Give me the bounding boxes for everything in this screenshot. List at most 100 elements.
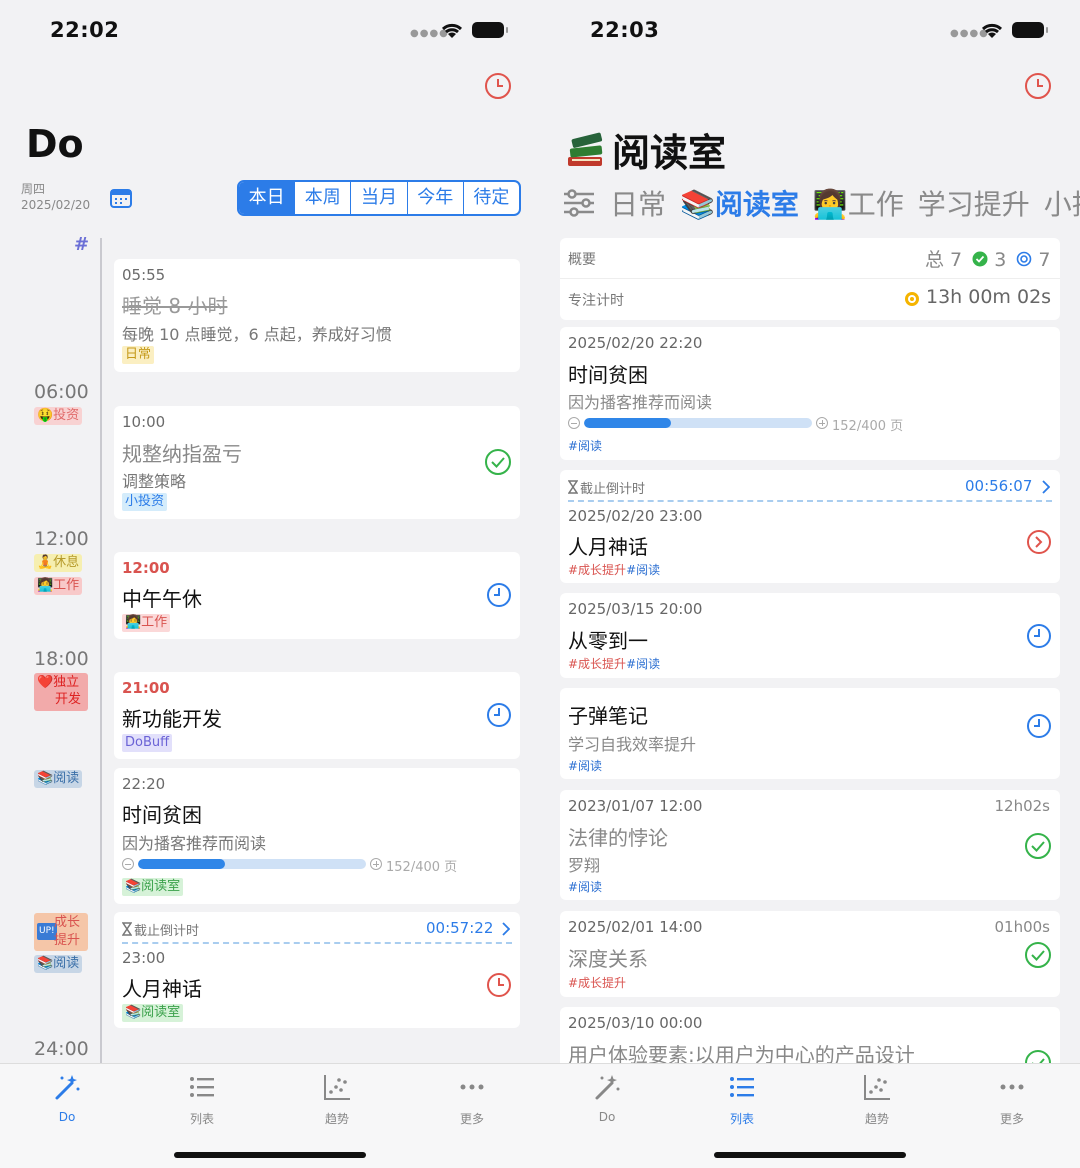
tab-label: 列表	[189, 1112, 214, 1126]
clock-icon[interactable]	[486, 702, 512, 728]
plus-icon[interactable]	[816, 417, 828, 429]
filter-study[interactable]: 学习提升	[918, 183, 1030, 223]
side-tag-reading[interactable]: 📚阅读	[34, 770, 83, 788]
check-done-icon[interactable]	[484, 448, 512, 476]
divider	[560, 278, 1060, 279]
task-tag[interactable]: DoBuff	[122, 734, 173, 752]
task-card[interactable]: 2025/02/20 22:20 时间贫困 因为播客推荐而阅读 152/400 …	[560, 327, 1060, 460]
tab-trends[interactable]: 趋势	[837, 1072, 917, 1127]
task-card[interactable]: 截止倒计时 00:56:07 2025/02/20 23:00 人月神话 #成长…	[560, 470, 1060, 583]
tab-list[interactable]: 列表	[702, 1072, 782, 1127]
task-tags[interactable]: #成长提升#阅读	[568, 655, 660, 672]
segment-week[interactable]: 本周	[294, 182, 350, 214]
wifi-icon	[441, 23, 463, 38]
task-subtitle: 罗翔	[568, 856, 601, 875]
task-tags[interactable]: #阅读	[568, 437, 602, 454]
task-tags[interactable]: #成长提升	[568, 974, 626, 991]
side-tag-work[interactable]: 👩‍💻工作	[34, 577, 83, 595]
calendar-icon[interactable]	[110, 188, 132, 208]
task-title: 子弹笔记	[568, 704, 648, 728]
side-tag-growth[interactable]: UP! 成长 提升	[34, 913, 88, 951]
segment-pending[interactable]: 待定	[462, 182, 519, 214]
task-card[interactable]: 22:20 时间贫困 因为播客推荐而阅读 152/400 页 📚阅读室	[114, 768, 520, 904]
filter-work[interactable]: 👩‍💻工作	[813, 183, 904, 223]
progress-bar	[138, 859, 366, 869]
chevron-right-icon[interactable]	[1042, 480, 1050, 494]
hash-label[interactable]: #	[74, 234, 89, 255]
segment-day[interactable]: 本日	[239, 182, 295, 214]
side-tag-rest[interactable]: 🧘休息	[34, 554, 83, 572]
focus-time: 13h 00m 02s	[926, 286, 1052, 308]
battery-icon	[1012, 22, 1048, 38]
clock-icon[interactable]	[1026, 713, 1052, 739]
clock-icon[interactable]	[486, 582, 512, 608]
task-tags[interactable]: #成长提升#阅读	[568, 561, 660, 578]
task-title: 规整纳指盈亏	[122, 442, 242, 466]
overdue-arrow-icon[interactable]	[1026, 529, 1052, 555]
check-done-icon[interactable]	[1024, 832, 1052, 860]
segment-year[interactable]: 今年	[406, 182, 463, 214]
tab-label: Do	[598, 1110, 616, 1124]
minus-icon[interactable]	[568, 417, 580, 429]
task-time: 12:00	[122, 559, 170, 577]
hour-label: 18:00	[34, 648, 89, 670]
tab-more[interactable]: 更多	[972, 1072, 1052, 1127]
task-card[interactable]: 21:00 新功能开发 DoBuff	[114, 672, 520, 759]
scatter-chart-icon	[324, 1075, 350, 1100]
dashed-divider	[122, 942, 512, 944]
task-tag[interactable]: 小投资	[122, 493, 168, 511]
task-tag[interactable]: 📚阅读室	[122, 1004, 184, 1022]
task-card[interactable]: 10:00 规整纳指盈亏 调整策略 小投资	[114, 406, 520, 519]
do-screen: 22:02 ●●●● Do 周四 2025/02/20 本日 本周 当月 今年 …	[0, 0, 540, 1168]
filter-reading-room[interactable]: 📚阅读室	[680, 183, 799, 223]
side-tag-indie-dev[interactable]: ❤️独立 开发	[34, 673, 88, 711]
task-tags[interactable]: #阅读	[568, 757, 602, 774]
tab-more[interactable]: 更多	[432, 1072, 512, 1127]
check-done-icon[interactable]	[1024, 941, 1052, 969]
task-date: 2025/02/01 14:00	[568, 918, 703, 936]
task-card[interactable]: 12:00 中午午休 👩‍💻工作	[114, 552, 520, 639]
task-card[interactable]: 2023/01/07 12:00 12h02s 法律的悖论 罗翔 #阅读	[560, 790, 1060, 900]
target-icon	[1017, 251, 1032, 267]
history-clock-icon[interactable]	[1024, 72, 1052, 100]
date-label: 周四 2025/02/20	[21, 181, 90, 213]
side-tag-line: 提升	[54, 933, 81, 948]
minus-icon[interactable]	[122, 858, 134, 870]
target-count: 7	[1038, 249, 1051, 271]
task-card[interactable]: 子弹笔记 学习自我效率提升 #阅读	[560, 688, 1060, 779]
tab-do[interactable]: Do	[27, 1072, 107, 1124]
filter-daily[interactable]: 日常	[610, 183, 666, 223]
task-card[interactable]: 2025/03/15 20:00 从零到一 #成长提升#阅读	[560, 593, 1060, 678]
task-tag[interactable]: 👩‍💻工作	[122, 614, 171, 632]
tab-list[interactable]: 列表	[162, 1072, 242, 1127]
task-card[interactable]: 截止倒计时 00:57:22 23:00 人月神话 📚阅读室	[114, 912, 520, 1028]
side-tag-invest[interactable]: 🤑投资	[34, 407, 83, 425]
task-card[interactable]: 05:55 睡觉 8 小时 每晚 10 点睡觉，6 点起，养成好习惯 日常	[114, 259, 520, 372]
battery-icon	[472, 22, 508, 38]
task-card[interactable]: 2025/02/01 14:00 01h00s 深度关系 #成长提升	[560, 911, 1060, 997]
segment-month[interactable]: 当月	[350, 182, 406, 214]
clock-icon[interactable]	[1026, 623, 1052, 649]
tab-do[interactable]: Do	[567, 1072, 647, 1124]
tab-trends[interactable]: 趋势	[297, 1072, 377, 1127]
page-title: 阅读室	[566, 122, 726, 177]
filter-sliders-icon[interactable]	[562, 188, 596, 218]
plus-icon[interactable]	[370, 858, 382, 870]
overview-label: 概要	[568, 252, 596, 268]
chevron-right-icon[interactable]	[502, 922, 510, 936]
task-tag[interactable]: 📚阅读室	[122, 878, 184, 896]
task-date: 2025/02/20 22:20	[568, 334, 703, 352]
history-clock-icon[interactable]	[484, 72, 512, 100]
scatter-chart-icon	[864, 1075, 890, 1100]
tab-label: 趋势	[864, 1112, 889, 1126]
hour-label: 24:00	[34, 1038, 89, 1060]
magic-wand-icon	[595, 1075, 620, 1100]
task-tag[interactable]: 日常	[122, 346, 155, 364]
progress-fill	[138, 859, 225, 869]
task-tags[interactable]: #阅读	[568, 878, 602, 895]
overdue-clock-icon[interactable]	[486, 972, 512, 998]
side-tag-reading[interactable]: 📚阅读	[34, 955, 83, 973]
task-time: 05:55	[122, 266, 166, 284]
filter-invest[interactable]: 小投	[1044, 183, 1080, 223]
task-time: 10:00	[122, 413, 166, 431]
